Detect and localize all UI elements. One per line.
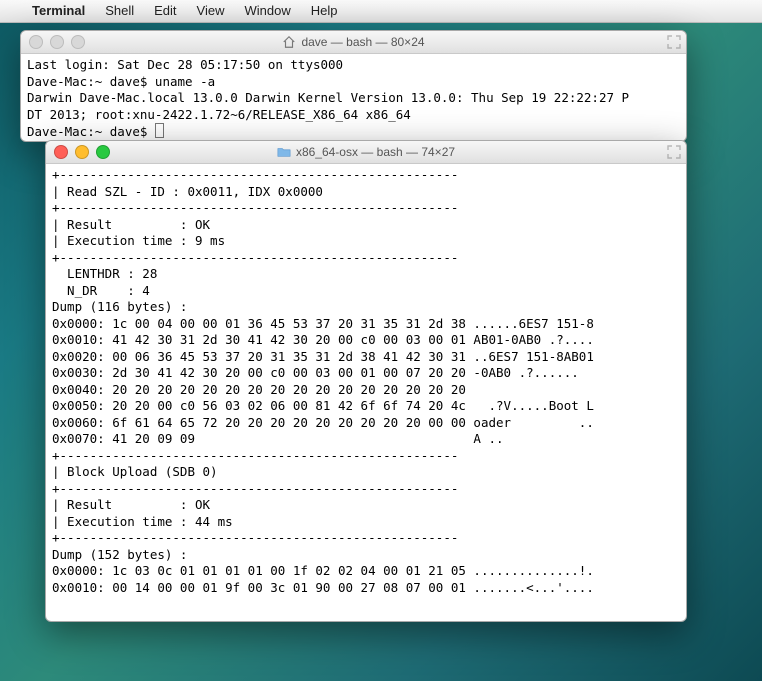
terminal-line: 0x0000: 1c 00 04 00 00 01 36 45 53 37 20…	[52, 316, 680, 333]
terminal-line: 0x0000: 1c 03 0c 01 01 01 01 00 1f 02 02…	[52, 563, 680, 580]
terminal-line: | Block Upload (SDB 0)	[52, 464, 680, 481]
terminal-line: +---------------------------------------…	[52, 530, 680, 547]
terminal-line: +---------------------------------------…	[52, 481, 680, 498]
terminal-window-front[interactable]: x86_64-osx — bash — 74×27 +-------------…	[45, 140, 687, 622]
expand-icon[interactable]	[667, 35, 681, 49]
terminal-content[interactable]: +---------------------------------------…	[46, 164, 686, 602]
terminal-line: 0x0050: 20 20 00 c0 56 03 02 06 00 81 42…	[52, 398, 680, 415]
terminal-line: +---------------------------------------…	[52, 200, 680, 217]
terminal-window-back[interactable]: dave — bash — 80×24 Last login: Sat Dec …	[20, 30, 687, 142]
terminal-content[interactable]: Last login: Sat Dec 28 05:17:50 on ttys0…	[21, 54, 686, 147]
terminal-line: +---------------------------------------…	[52, 167, 680, 184]
minimize-button[interactable]	[50, 35, 64, 49]
terminal-line: 0x0030: 2d 30 41 42 30 20 00 c0 00 03 00…	[52, 365, 680, 382]
menu-edit[interactable]: Edit	[144, 0, 186, 22]
terminal-line: 0x0010: 00 14 00 00 01 9f 00 3c 01 90 00…	[52, 580, 680, 597]
menu-shell[interactable]: Shell	[95, 0, 144, 22]
window-title: dave — bash — 80×24	[21, 35, 686, 49]
titlebar[interactable]: dave — bash — 80×24	[21, 31, 686, 54]
terminal-line: | Result : OK	[52, 497, 680, 514]
terminal-line: | Execution time : 9 ms	[52, 233, 680, 250]
terminal-line: 0x0070: 41 20 09 09 A ..	[52, 431, 680, 448]
traffic-lights	[46, 145, 110, 159]
menu-terminal[interactable]: Terminal	[22, 0, 95, 22]
terminal-line: Darwin Dave-Mac.local 13.0.0 Darwin Kern…	[27, 90, 680, 107]
minimize-button[interactable]	[75, 145, 89, 159]
terminal-line: +---------------------------------------…	[52, 448, 680, 465]
terminal-line: 0x0010: 41 42 30 31 2d 30 41 42 30 20 00…	[52, 332, 680, 349]
close-button[interactable]	[54, 145, 68, 159]
terminal-line: | Result : OK	[52, 217, 680, 234]
home-icon	[282, 35, 296, 49]
menu-help[interactable]: Help	[301, 0, 348, 22]
titlebar[interactable]: x86_64-osx — bash — 74×27	[46, 141, 686, 164]
traffic-lights	[21, 35, 85, 49]
terminal-line: 0x0060: 6f 61 64 65 72 20 20 20 20 20 20…	[52, 415, 680, 432]
terminal-line: 0x0020: 00 06 36 45 53 37 20 31 35 31 2d…	[52, 349, 680, 366]
window-title: x86_64-osx — bash — 74×27	[46, 145, 686, 159]
cursor	[155, 123, 164, 138]
folder-icon	[277, 145, 291, 159]
menu-bar[interactable]: Terminal Shell Edit View Window Help	[0, 0, 762, 23]
terminal-line: LENTHDR : 28	[52, 266, 680, 283]
window-title-text: x86_64-osx — bash — 74×27	[296, 145, 455, 159]
terminal-line: Last login: Sat Dec 28 05:17:50 on ttys0…	[27, 57, 680, 74]
terminal-line: Dump (116 bytes) :	[52, 299, 680, 316]
terminal-line: | Read SZL - ID : 0x0011, IDX 0x0000	[52, 184, 680, 201]
terminal-line: Dave-Mac:~ dave$	[27, 123, 680, 141]
expand-icon[interactable]	[667, 145, 681, 159]
terminal-line: | Execution time : 44 ms	[52, 514, 680, 531]
terminal-line: DT 2013; root:xnu-2422.1.72~6/RELEASE_X8…	[27, 107, 680, 124]
zoom-button[interactable]	[71, 35, 85, 49]
window-title-text: dave — bash — 80×24	[301, 35, 424, 49]
terminal-line: +---------------------------------------…	[52, 250, 680, 267]
terminal-line: Dump (152 bytes) :	[52, 547, 680, 564]
terminal-line: 0x0040: 20 20 20 20 20 20 20 20 20 20 20…	[52, 382, 680, 399]
close-button[interactable]	[29, 35, 43, 49]
zoom-button[interactable]	[96, 145, 110, 159]
terminal-line: Dave-Mac:~ dave$ uname -a	[27, 74, 680, 91]
terminal-line: N_DR : 4	[52, 283, 680, 300]
menu-view[interactable]: View	[187, 0, 235, 22]
menu-window[interactable]: Window	[235, 0, 301, 22]
